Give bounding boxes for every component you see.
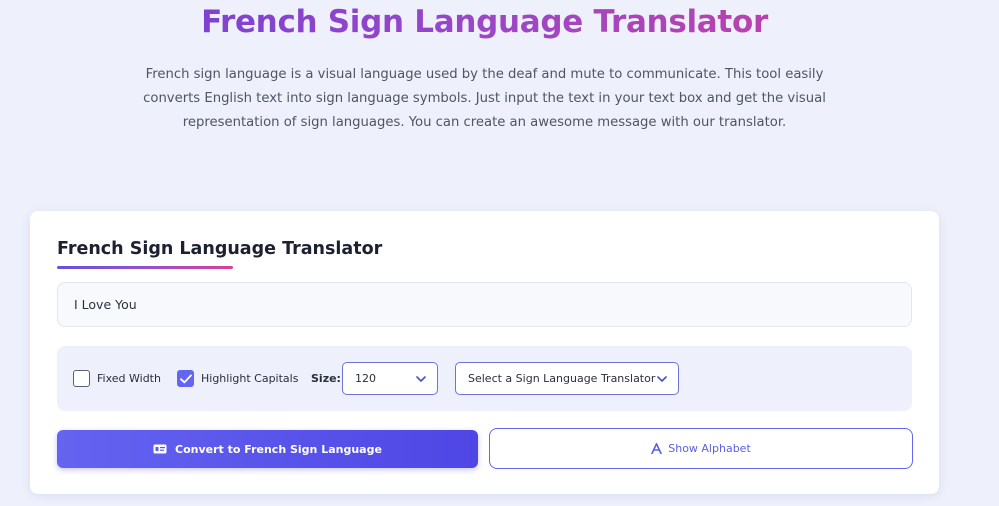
letter-a-icon <box>651 443 663 454</box>
page-description: French sign language is a visual languag… <box>143 67 826 130</box>
sign-card-icon <box>153 444 167 454</box>
chevron-down-icon <box>657 376 667 382</box>
translator-select[interactable]: Select a Sign Language Translator <box>455 362 679 395</box>
checkmark-icon <box>179 374 192 383</box>
title-underline <box>57 266 233 269</box>
translator-select-value: Select a Sign Language Translator <box>468 372 656 385</box>
text-input[interactable] <box>57 282 912 327</box>
convert-button-label: Convert to French Sign Language <box>175 442 382 456</box>
chevron-down-icon <box>416 376 426 382</box>
fixed-width-checkbox[interactable] <box>73 370 90 387</box>
fixed-width-label[interactable]: Fixed Width <box>97 372 161 385</box>
show-alphabet-label: Show Alphabet <box>668 442 751 455</box>
show-alphabet-button[interactable]: Show Alphabet <box>489 428 913 469</box>
options-panel: Fixed Width Highlight Capitals Size: 120… <box>57 346 912 411</box>
page-title: French Sign Language Translator <box>0 4 969 40</box>
highlight-capitals-checkbox[interactable] <box>177 370 194 387</box>
size-select[interactable]: 120 <box>342 362 438 395</box>
size-select-value: 120 <box>355 372 376 385</box>
card-title: French Sign Language Translator <box>57 239 383 259</box>
convert-button[interactable]: Convert to French Sign Language <box>57 430 478 468</box>
translator-card: French Sign Language Translator Fixed Wi… <box>30 211 939 494</box>
highlight-capitals-label[interactable]: Highlight Capitals <box>201 372 298 385</box>
size-label: Size: <box>311 372 341 385</box>
